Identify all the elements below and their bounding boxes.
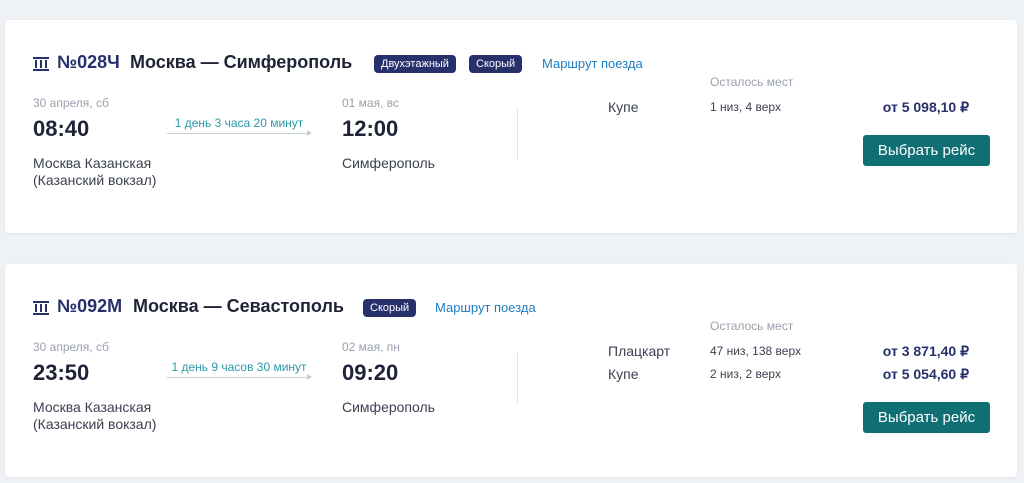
departure-station: Москва Казанская (Казанский вокзал) xyxy=(33,399,157,432)
class-name: Купе xyxy=(608,99,639,115)
departure-date: 30 апреля, сб xyxy=(33,96,109,110)
route-title: Москва — Севастополь xyxy=(133,296,344,316)
train-card: №092М Москва — Севастополь Скорый Маршру… xyxy=(5,264,1017,477)
arrival-station: Симферополь xyxy=(342,399,435,415)
arrival-time: 09:20 xyxy=(342,360,399,385)
trip-duration: 1 день 3 часа 20 минут xyxy=(174,116,304,130)
badge-double-decker: Двухэтажный xyxy=(374,55,456,73)
seats-available: 1 низ, 4 верх xyxy=(710,100,781,114)
duration-arrow-line xyxy=(167,133,307,134)
route-link[interactable]: Маршрут поезда xyxy=(542,56,643,71)
badge-express: Скорый xyxy=(363,299,417,317)
seats-header: Осталось мест xyxy=(710,75,794,89)
duration-arrow-line xyxy=(167,377,307,378)
route-link[interactable]: Маршрут поезда xyxy=(435,300,536,315)
arrival-time: 12:00 xyxy=(342,116,399,141)
select-trip-button[interactable]: Выбрать рейс xyxy=(863,402,990,433)
seats-header: Осталось мест xyxy=(710,319,794,333)
price: от 5 054,60 ₽ xyxy=(882,366,969,382)
departure-date: 30 апреля, сб xyxy=(33,340,109,354)
price: от 5 098,10 ₽ xyxy=(882,99,969,115)
divider xyxy=(517,352,518,404)
seats-available: 2 низ, 2 верх xyxy=(710,367,781,381)
arrival-date: 01 мая, вс xyxy=(342,96,400,110)
train-icon xyxy=(33,301,49,315)
train-card: №028Ч Москва — Симферополь Двухэтажный С… xyxy=(5,20,1017,233)
departure-time: 08:40 xyxy=(33,116,90,141)
arrival-station: Симферополь xyxy=(342,155,435,171)
arrow-right-icon xyxy=(307,130,312,136)
departure-time: 23:50 xyxy=(33,360,90,385)
badge-express: Скорый xyxy=(469,55,523,73)
seats-available: 47 низ, 138 верх xyxy=(710,344,801,358)
train-number: №028Ч xyxy=(57,52,120,72)
train-icon xyxy=(33,57,49,71)
trip-duration: 1 день 9 часов 30 минут xyxy=(171,360,307,374)
departure-station: Москва Казанская (Казанский вокзал) xyxy=(33,155,157,188)
class-name: Купе xyxy=(608,366,639,382)
select-trip-button[interactable]: Выбрать рейс xyxy=(863,135,990,166)
price: от 3 871,40 ₽ xyxy=(882,343,969,359)
class-name: Плацкарт xyxy=(608,343,671,359)
route-title: Москва — Симферополь xyxy=(130,52,353,72)
train-number: №092М xyxy=(57,296,123,316)
arrow-right-icon xyxy=(307,374,312,380)
divider xyxy=(517,108,518,160)
arrival-date: 02 мая, пн xyxy=(342,340,400,354)
